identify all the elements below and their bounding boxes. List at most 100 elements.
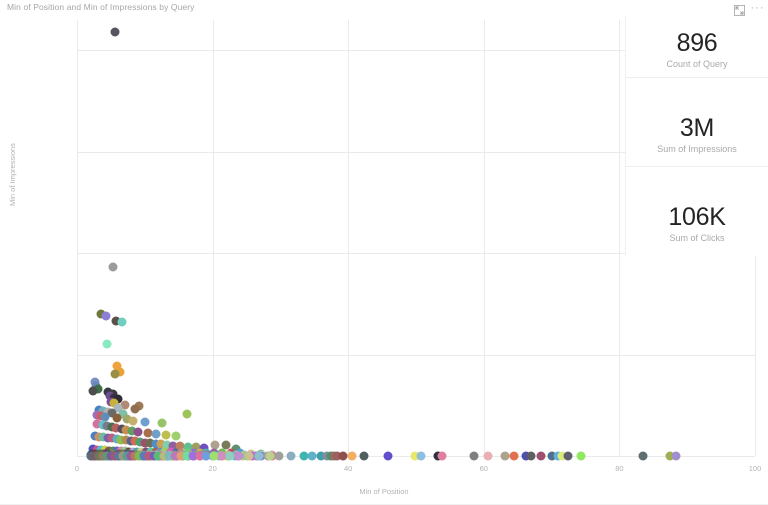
scatter-point[interactable] bbox=[117, 449, 127, 459]
scatter-point[interactable] bbox=[98, 406, 108, 416]
scatter-point[interactable] bbox=[117, 317, 127, 327]
scatter-point[interactable] bbox=[112, 446, 122, 456]
scatter-point[interactable] bbox=[159, 450, 169, 460]
kpi-card-count-of-query[interactable]: 896 Count of Query bbox=[626, 16, 768, 78]
scatter-point[interactable] bbox=[116, 446, 126, 456]
scatter-point[interactable] bbox=[108, 446, 118, 456]
scatter-point[interactable] bbox=[100, 449, 110, 459]
scatter-point[interactable] bbox=[161, 430, 171, 440]
scatter-point[interactable] bbox=[131, 450, 141, 460]
scatter-point[interactable] bbox=[96, 309, 106, 319]
scatter-point[interactable] bbox=[102, 339, 112, 349]
scatter-point[interactable] bbox=[101, 311, 111, 321]
scatter-point[interactable] bbox=[92, 410, 102, 420]
scatter-point[interactable] bbox=[155, 450, 165, 460]
scatter-point[interactable] bbox=[96, 411, 106, 421]
scatter-point[interactable] bbox=[175, 441, 185, 451]
scatter-point[interactable] bbox=[93, 384, 103, 394]
scatter-point[interactable] bbox=[110, 369, 120, 379]
scatter-point[interactable] bbox=[103, 407, 113, 417]
focus-expand-icon[interactable] bbox=[733, 4, 746, 17]
scatter-point[interactable] bbox=[156, 439, 166, 449]
scatter-point[interactable] bbox=[196, 450, 206, 460]
scatter-point[interactable] bbox=[121, 449, 131, 459]
scatter-point[interactable] bbox=[114, 449, 124, 459]
scatter-point[interactable] bbox=[126, 436, 136, 446]
scatter-point[interactable] bbox=[121, 425, 131, 435]
scatter-point[interactable] bbox=[174, 450, 184, 460]
scatter-point[interactable] bbox=[128, 416, 138, 425]
scatter-point[interactable] bbox=[109, 393, 119, 403]
scatter-point[interactable] bbox=[100, 412, 110, 422]
scatter-point[interactable] bbox=[111, 316, 121, 326]
scatter-point[interactable] bbox=[168, 441, 178, 451]
scatter-point[interactable] bbox=[90, 431, 100, 441]
scatter-point[interactable] bbox=[107, 449, 117, 459]
scatter-point[interactable] bbox=[151, 450, 161, 460]
scatter-point[interactable] bbox=[140, 438, 150, 448]
scatter-point[interactable] bbox=[108, 262, 118, 272]
scatter-point[interactable] bbox=[100, 445, 110, 455]
scatter-point[interactable] bbox=[103, 387, 113, 397]
scatter-point[interactable] bbox=[209, 450, 219, 460]
scatter-point[interactable] bbox=[96, 445, 106, 455]
scatter-point[interactable] bbox=[98, 420, 108, 430]
scatter-point[interactable] bbox=[112, 434, 122, 444]
scatter-point[interactable] bbox=[115, 367, 125, 377]
scatter-point[interactable] bbox=[94, 405, 104, 415]
scatter-point[interactable] bbox=[127, 426, 137, 436]
scatter-point[interactable] bbox=[190, 450, 200, 460]
scatter-point[interactable] bbox=[120, 446, 130, 456]
scatter-point[interactable] bbox=[91, 381, 101, 391]
scatter-point[interactable] bbox=[107, 408, 117, 418]
scatter-point[interactable] bbox=[109, 398, 119, 408]
scatter-point[interactable] bbox=[112, 361, 122, 371]
scatter-point[interactable] bbox=[164, 450, 174, 460]
scatter-point[interactable] bbox=[130, 404, 140, 414]
scatter-point[interactable] bbox=[113, 403, 123, 413]
scatter-point[interactable] bbox=[133, 427, 143, 437]
scatter-point[interactable] bbox=[134, 401, 144, 411]
scatter-point[interactable] bbox=[88, 444, 98, 454]
scatter-point[interactable] bbox=[102, 421, 112, 431]
kpi-card-sum-of-impressions[interactable]: 3M Sum of Impressions bbox=[626, 78, 768, 167]
scatter-point[interactable] bbox=[113, 394, 123, 404]
scatter-point[interactable] bbox=[120, 400, 130, 410]
scatter-point[interactable] bbox=[136, 447, 146, 457]
scatter-point[interactable] bbox=[108, 389, 118, 399]
scatter-point[interactable] bbox=[202, 450, 212, 460]
kpi-card-sum-of-clicks[interactable]: 106K Sum of Clicks bbox=[626, 167, 768, 256]
scatter-point[interactable] bbox=[106, 397, 116, 407]
scatter-point[interactable] bbox=[117, 424, 127, 434]
scatter-point[interactable] bbox=[110, 27, 120, 37]
scatter-point[interactable] bbox=[104, 446, 114, 456]
scatter-point[interactable] bbox=[122, 414, 132, 424]
scatter-point[interactable] bbox=[118, 409, 128, 419]
scatter-point[interactable] bbox=[124, 449, 134, 459]
scatter-point[interactable] bbox=[138, 450, 148, 460]
scatter-point[interactable] bbox=[94, 432, 104, 442]
scatter-point[interactable] bbox=[103, 433, 112, 443]
scatter-point[interactable] bbox=[143, 428, 152, 438]
scatter-point[interactable] bbox=[94, 449, 104, 459]
scatter-point[interactable] bbox=[90, 449, 100, 459]
scatter-point[interactable] bbox=[98, 432, 108, 442]
scatter-point[interactable] bbox=[135, 437, 145, 447]
scatter-point[interactable] bbox=[116, 435, 126, 445]
scatter-point[interactable] bbox=[183, 442, 192, 452]
scatter-point[interactable] bbox=[92, 445, 102, 454]
scatter-point[interactable] bbox=[124, 447, 134, 457]
scatter-point[interactable] bbox=[169, 450, 179, 460]
scatter-point[interactable] bbox=[185, 450, 195, 460]
scatter-point[interactable] bbox=[121, 435, 131, 445]
scatter-point[interactable] bbox=[88, 386, 98, 396]
scatter-point[interactable] bbox=[199, 443, 209, 453]
scatter-point[interactable] bbox=[143, 450, 152, 460]
scatter-point[interactable] bbox=[111, 423, 121, 433]
scatter-point[interactable] bbox=[130, 436, 140, 446]
scatter-point[interactable] bbox=[134, 450, 144, 460]
scatter-point[interactable] bbox=[171, 431, 181, 441]
scatter-point[interactable] bbox=[112, 413, 122, 423]
scatter-point[interactable] bbox=[191, 442, 201, 452]
scatter-point[interactable] bbox=[182, 409, 192, 419]
